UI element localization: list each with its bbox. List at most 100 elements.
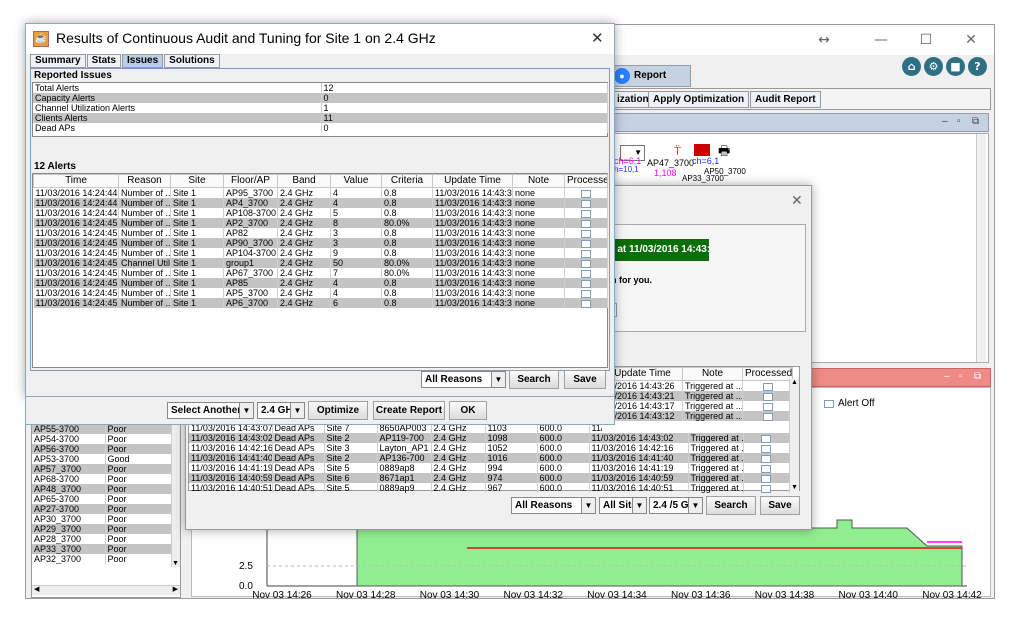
- dead-ap-row[interactable]: 11/03/2016 14:40:51 Dead APs Site 5 0889ap9…: [189, 483, 790, 493]
- dialog-close-icon[interactable]: ✕: [591, 29, 604, 47]
- processed-checkbox[interactable]: [581, 249, 591, 258]
- chart-restore-icon[interactable]: ▫: [959, 371, 963, 382]
- ap-row[interactable]: AP32_3700 Poor: [32, 554, 173, 564]
- tab-issues[interactable]: Issues: [122, 54, 164, 68]
- alert-row[interactable]: 11/03/2016 14:24:45 Number of ... Site 1 AP…: [33, 228, 608, 238]
- alert-row[interactable]: 11/03/2016 14:24:44 Number of ... Site 1 AP…: [33, 198, 608, 208]
- alert-row[interactable]: 11/03/2016 14:24:45 Number of ... Site 1 AP…: [33, 248, 608, 258]
- processed-checkbox[interactable]: [761, 484, 772, 493]
- maximize-button[interactable]: ☐: [906, 29, 946, 51]
- processed-checkbox[interactable]: [761, 434, 772, 443]
- panel-max-icon[interactable]: ⧉: [972, 116, 979, 127]
- alert-row[interactable]: 11/03/2016 14:24:45 Number of ... Site 1 AP…: [33, 298, 608, 308]
- ap-row[interactable]: AP55-3700 Poor: [32, 424, 173, 434]
- alerts-col-header[interactable]: Processed: [564, 174, 608, 188]
- ap-row[interactable]: AP65-3700 Poor: [32, 494, 173, 504]
- home-icon[interactable]: ⌂: [902, 57, 921, 76]
- col-note[interactable]: Note: [682, 367, 743, 381]
- tab-solutions[interactable]: Solutions: [164, 54, 220, 68]
- alerts-col-header[interactable]: Criteria: [381, 174, 433, 188]
- dead-ap-row[interactable]: 11/03/2016 14:43:02 Dead APs Site 2 AP119-7…: [189, 433, 790, 443]
- ap-row[interactable]: AP30_3700 Poor: [32, 514, 173, 524]
- tab-summary[interactable]: Summary: [30, 54, 86, 68]
- alert-row[interactable]: 11/03/2016 14:24:45 Number of ... Site 1 AP…: [33, 278, 608, 288]
- processed-checkbox[interactable]: [581, 199, 591, 208]
- ap-row[interactable]: AP68-3700 Poor: [32, 474, 173, 484]
- map-label-ap47[interactable]: AP47_3700: [647, 158, 694, 168]
- middle-search-button[interactable]: Search: [706, 496, 756, 515]
- optimize-button[interactable]: Optimize: [308, 401, 368, 420]
- ap-row[interactable]: AP54-3700 Poor: [32, 434, 173, 444]
- ap-row[interactable]: AP29_3700 Poor: [32, 524, 173, 534]
- processed-checkbox[interactable]: [581, 259, 591, 268]
- alert-row[interactable]: 11/03/2016 14:24:45 Number of ... Site 1 AP…: [33, 218, 608, 228]
- middle-sites-filter[interactable]: All Sites▼: [599, 497, 647, 514]
- panel-minimize-icon[interactable]: –: [942, 116, 948, 127]
- ap-list-hscrollbar[interactable]: ◀ ▶: [32, 585, 180, 595]
- processed-checkbox[interactable]: [581, 289, 591, 298]
- dead-ap-row[interactable]: 11/03/2016 14:41:40 Dead APs Site 2 AP136-7…: [189, 453, 790, 463]
- chart-minimize-icon[interactable]: –: [944, 371, 950, 382]
- map-scrollbar[interactable]: [976, 134, 986, 362]
- alert-row[interactable]: 11/03/2016 14:24:45 Number of ... Site 1 AP…: [33, 268, 608, 278]
- summary-row[interactable]: Total Alerts 12: [33, 83, 608, 93]
- audit-report-button[interactable]: Audit Report: [750, 91, 821, 108]
- middle-band-filter[interactable]: 2.4 /5 GHz▼: [649, 497, 703, 514]
- dead-ap-row[interactable]: 11/03/2016 14:41:19 Dead APs Site 5 0889ap8…: [189, 463, 790, 473]
- ap-row[interactable]: AP57_3700 Poor: [32, 464, 173, 474]
- help-icon[interactable]: ?: [968, 57, 987, 76]
- alerts-col-header[interactable]: Floor/AP: [223, 174, 278, 188]
- gear-icon[interactable]: ⚙: [924, 57, 943, 76]
- processed-checkbox[interactable]: [581, 209, 591, 218]
- alert-row[interactable]: 11/03/2016 14:24:45Channel Util...Site 1…: [33, 258, 608, 268]
- processed-checkbox[interactable]: [581, 229, 591, 238]
- minimize-button[interactable]: —: [861, 29, 901, 51]
- ap-row[interactable]: AP27-3700 Poor: [32, 504, 173, 514]
- alerts-col-header[interactable]: Update Time: [432, 174, 513, 188]
- close-button[interactable]: ✕: [951, 29, 991, 51]
- processed-checkbox[interactable]: [581, 189, 591, 198]
- col-processed[interactable]: Processed: [742, 367, 793, 381]
- processed-checkbox[interactable]: [762, 382, 773, 391]
- alerts-col-header[interactable]: Band: [277, 174, 331, 188]
- processed-checkbox[interactable]: [762, 402, 773, 411]
- alert-row[interactable]: 11/03/2016 14:24:45 Number of ... Site 1 AP…: [33, 288, 608, 298]
- update-row[interactable]: 03/2016 14:43:17 Triggered at ...: [602, 401, 793, 411]
- processed-checkbox[interactable]: [581, 239, 591, 248]
- alert-row[interactable]: 11/03/2016 14:24:44 Number of ... Site 1 AP…: [33, 187, 608, 198]
- ap-row[interactable]: AP33_3700 Poor: [32, 544, 173, 554]
- restore-icon[interactable]: ↔: [804, 29, 844, 51]
- summary-row[interactable]: Clients Alerts 11: [33, 113, 608, 123]
- stop-icon[interactable]: ■: [946, 57, 965, 76]
- summary-row[interactable]: Dead APs 0: [33, 123, 608, 133]
- update-row[interactable]: 03/2016 14:43:12 Triggered at ...: [602, 411, 793, 421]
- processed-checkbox[interactable]: [581, 219, 591, 228]
- alerts-col-header[interactable]: Value: [330, 174, 382, 188]
- processed-checkbox[interactable]: [762, 392, 773, 401]
- update-row[interactable]: 03/2016 14:43:21 Triggered at ...: [602, 391, 793, 401]
- processed-checkbox[interactable]: [581, 299, 591, 308]
- map-label-ap50[interactable]: AP50_3700: [704, 167, 746, 176]
- ap-row[interactable]: AP48_3700 Poor: [32, 484, 173, 494]
- alert-row[interactable]: 11/03/2016 14:24:44 Number of ... Site 1 AP…: [33, 208, 608, 218]
- dead-ap-row[interactable]: 11/03/2016 14:40:59 Dead APs Site 6 8671ap1…: [189, 473, 790, 483]
- chart-max-icon[interactable]: ⧉: [974, 371, 981, 382]
- panel-restore-icon[interactable]: ▫: [957, 116, 961, 127]
- summary-row[interactable]: Capacity Alerts 0: [33, 93, 608, 103]
- search-button[interactable]: Search: [509, 370, 559, 389]
- processed-checkbox[interactable]: [761, 454, 772, 463]
- summary-row[interactable]: Channel Utilization Alerts 1: [33, 103, 608, 113]
- ap-row[interactable]: AP56-3700 Poor: [32, 444, 173, 454]
- processed-checkbox[interactable]: [761, 464, 772, 473]
- middle-close-icon[interactable]: ✕: [791, 192, 803, 209]
- select-site-dropdown[interactable]: Select Another Site▼: [167, 402, 254, 419]
- ap-list-scrollbar[interactable]: ▼: [171, 424, 180, 567]
- alerts-col-header[interactable]: Reason: [118, 174, 171, 188]
- processed-checkbox[interactable]: [761, 474, 772, 483]
- tab-stats[interactable]: Stats: [86, 54, 122, 68]
- create-report-button[interactable]: Create Report: [373, 401, 445, 420]
- middle-reasons-filter[interactable]: All Reasons ▼: [511, 497, 596, 514]
- middle-scrollbar[interactable]: ▲ ▼: [789, 379, 799, 491]
- processed-checkbox[interactable]: [581, 279, 591, 288]
- ap-row[interactable]: AP28_3700 Poor: [32, 534, 173, 544]
